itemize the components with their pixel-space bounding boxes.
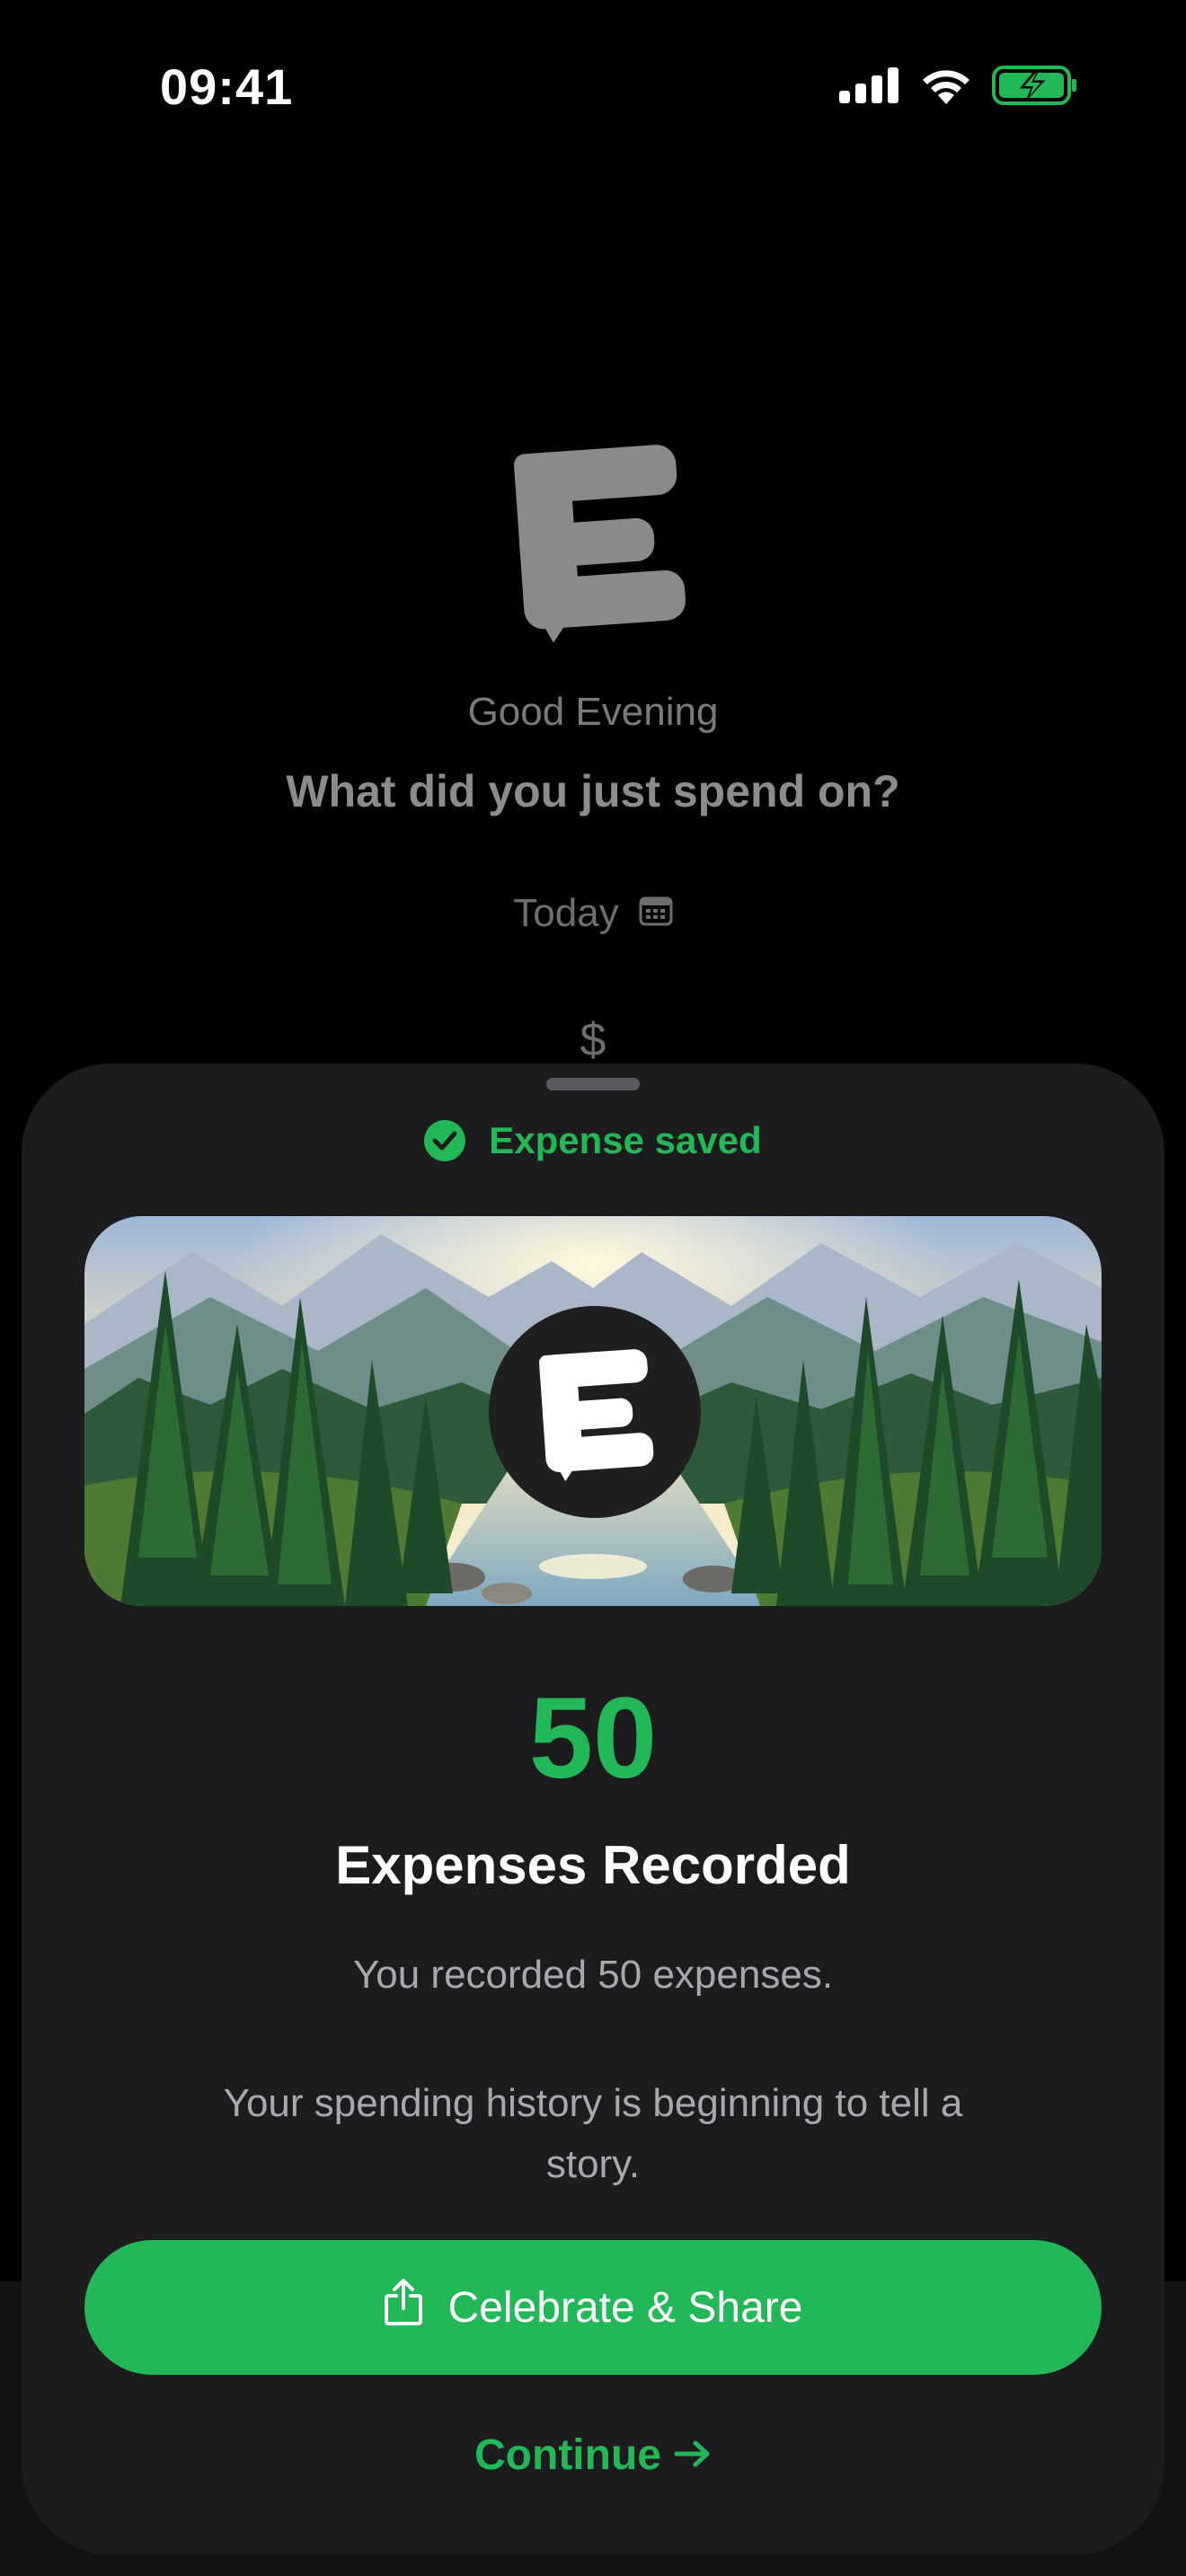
status-bar: 09:41: [0, 0, 1186, 171]
share-button-label: Celebrate & Share: [447, 2283, 803, 2332]
signal-icon: [839, 67, 900, 108]
expense-saved-banner: Expense saved: [22, 1119, 1164, 1162]
status-icons: [839, 65, 1078, 110]
milestone-description: You recorded 50 expenses.: [352, 1953, 834, 1997]
date-label: Today: [513, 891, 619, 935]
arrow-right-icon: [674, 2430, 712, 2480]
share-icon: [384, 2278, 423, 2337]
milestone-heading: Expenses Recorded: [335, 1835, 851, 1895]
app-logo-icon: [503, 431, 692, 647]
question-text: What did you just spend on?: [286, 766, 900, 816]
milestone-count: 50: [528, 1674, 658, 1803]
wifi-icon: [920, 66, 972, 109]
continue-button[interactable]: Continue: [22, 2430, 1164, 2480]
celebrate-share-button[interactable]: Celebrate & Share: [84, 2240, 1102, 2375]
app-logo-badge: [489, 1306, 701, 1518]
screen: 09:41 Good Evening What did you just spe…: [0, 0, 1186, 2576]
date-selector[interactable]: Today: [0, 891, 1186, 936]
milestone-story: Your spending history is beginning to te…: [223, 2081, 963, 2186]
milestone-sheet: Expense saved 50 Expenses Recorded You r…: [22, 1063, 1164, 2554]
checkmark-circle-icon: [424, 1120, 466, 1161]
calendar-icon: [639, 891, 673, 936]
continue-label: Continue: [474, 2431, 661, 2479]
sheet-grabber[interactable]: [546, 1078, 640, 1090]
expense-saved-label: Expense saved: [489, 1119, 762, 1161]
greeting-text: Good Evening: [467, 690, 719, 734]
app-logo-icon: [539, 1349, 654, 1482]
currency-symbol: $: [580, 1014, 606, 1066]
status-time: 09:41: [160, 58, 294, 115]
battery-charging-icon: [992, 65, 1078, 110]
milestone-banner-image: [84, 1216, 1102, 1606]
